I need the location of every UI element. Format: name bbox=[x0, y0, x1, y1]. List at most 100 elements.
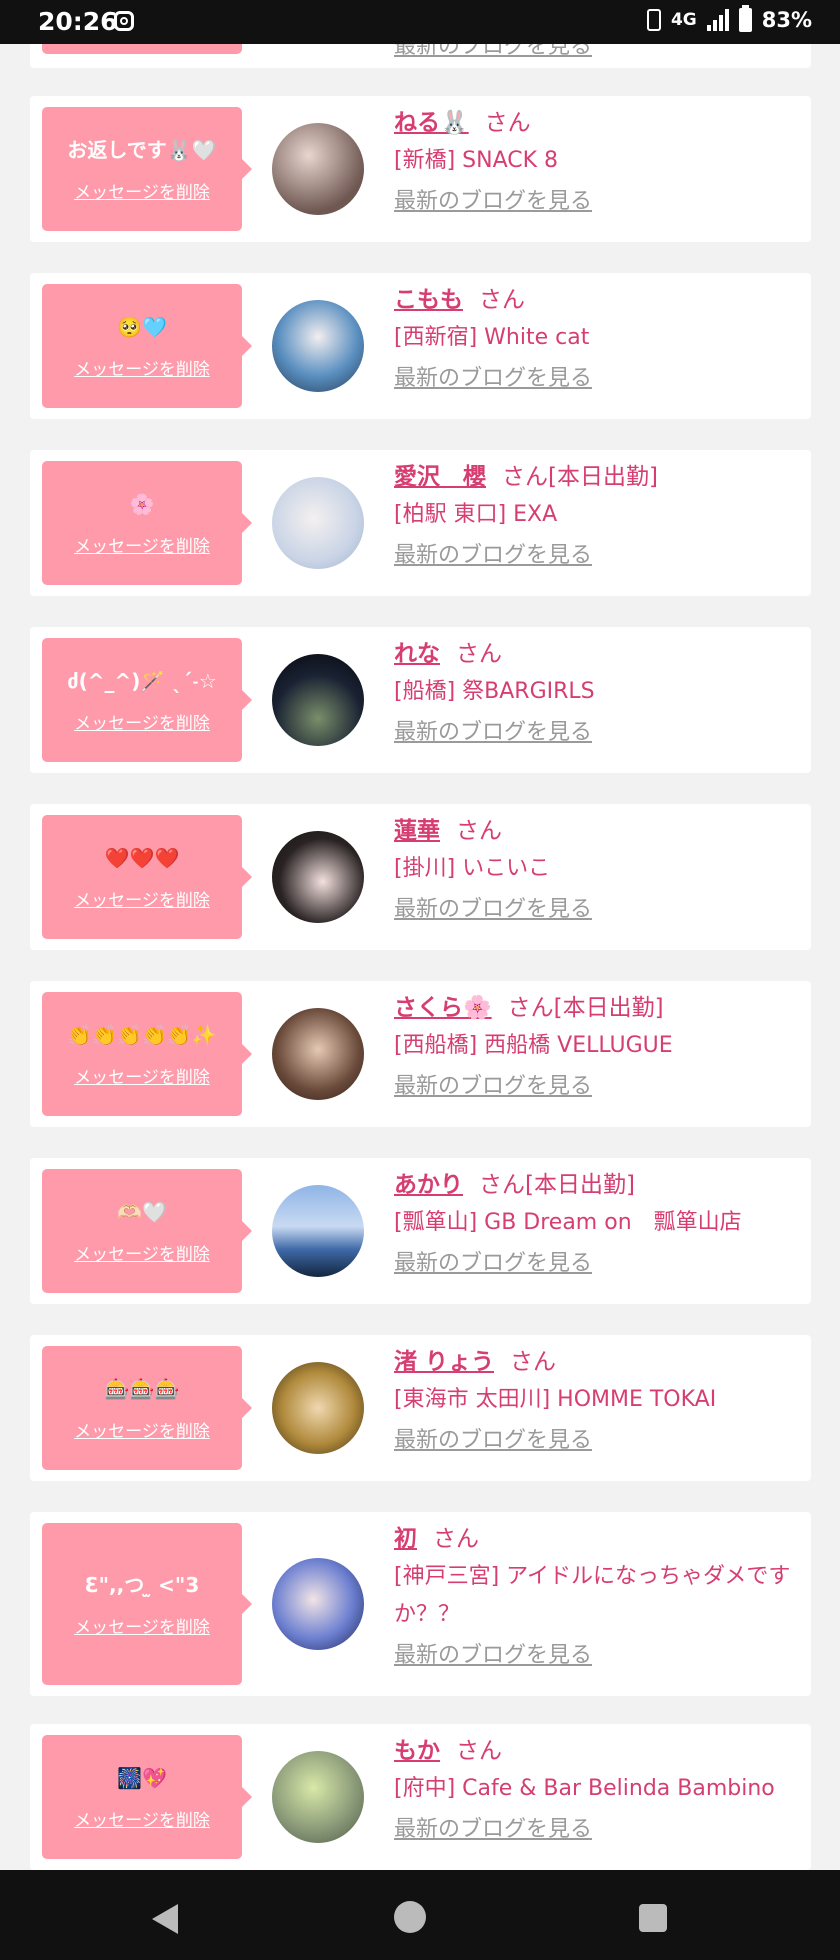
honorific: さん bbox=[456, 1738, 502, 1764]
message-text: 👏👏👏👏👏✨ bbox=[67, 1022, 217, 1047]
honorific: さん bbox=[479, 287, 525, 313]
battery-level: 83% bbox=[761, 8, 812, 32]
latest-blog-link[interactable]: 最新のブログを見る bbox=[394, 357, 801, 401]
delete-message-link[interactable]: メッセージを削除 bbox=[74, 532, 210, 557]
signal-icon bbox=[706, 9, 729, 31]
message-bubble: 🌸 メッセージを削除 bbox=[42, 461, 252, 585]
honorific: さん bbox=[433, 1526, 479, 1552]
honorific: さん bbox=[456, 641, 502, 667]
honorific: さん[本日出勤] bbox=[507, 995, 664, 1021]
cast-name-link[interactable]: あかり bbox=[394, 1172, 463, 1198]
latest-blog-link[interactable]: 最新のブログを見る bbox=[394, 888, 801, 932]
avatar[interactable] bbox=[272, 300, 364, 392]
shop-name-link[interactable]: [瓢箪山] GB Dream on 瓢箪山店 bbox=[394, 1204, 801, 1242]
honorific: さん[本日出勤] bbox=[502, 464, 658, 490]
message-text: 🫶🏻🤍 bbox=[117, 1199, 167, 1224]
avatar[interactable] bbox=[272, 123, 364, 215]
delete-message-link[interactable]: メッセージを削除 bbox=[74, 355, 210, 380]
shop-name-link[interactable]: [船橋] 祭BARGIRLS bbox=[394, 673, 801, 711]
delete-message-link[interactable]: メッセージを削除 bbox=[74, 1417, 210, 1442]
cast-name-link[interactable]: れな bbox=[394, 641, 440, 667]
list-item: 🌸 メッセージを削除 愛沢 櫻さん[本日出勤] [柏駅 東口] EXA 最新のブ… bbox=[30, 450, 811, 596]
avatar[interactable] bbox=[272, 1751, 364, 1843]
list-item: 🥺🩵 メッセージを削除 こもも さん [西新宿] White cat 最新のブログ… bbox=[30, 273, 811, 419]
cast-name-link[interactable]: 蓮華 bbox=[394, 818, 440, 844]
message-text: 🎆💖 bbox=[117, 1765, 167, 1790]
message-bubble: 🫶🏻🤍 メッセージを削除 bbox=[42, 1169, 252, 1293]
avatar[interactable] bbox=[272, 831, 364, 923]
shop-name-link[interactable]: [西船橋] 西船橋 VELLUGUE bbox=[394, 1027, 801, 1065]
list-item: ძ(^_^)🪄 ˎˊ˗☆ メッセージを削除 れな さん [船橋] 祭BARGIRL… bbox=[30, 627, 811, 773]
message-bubble: Ɛ",,つ ̫ <"3 メッセージを削除 bbox=[42, 1523, 252, 1685]
list-item: 🎰🎰🎰 メッセージを削除 渚 りょう さん [東海市 太田川] HOMME TOK… bbox=[30, 1335, 811, 1481]
message-bubble: 👏👏👏👏👏✨ メッセージを削除 bbox=[42, 992, 252, 1116]
latest-blog-link[interactable]: 最新のブログを見る bbox=[394, 711, 801, 755]
cast-name-link[interactable]: 初 bbox=[394, 1526, 417, 1552]
latest-blog-link[interactable]: 最新のブログを見る bbox=[394, 1065, 801, 1109]
recent-apps-icon[interactable] bbox=[639, 1904, 667, 1932]
home-icon[interactable] bbox=[394, 1901, 426, 1933]
shop-name-link[interactable]: [東海市 太田川] HOMME TOKAI bbox=[394, 1381, 801, 1419]
latest-blog-link[interactable]: 最新のブログを見る bbox=[394, 1634, 801, 1678]
vibrate-icon bbox=[646, 9, 661, 31]
shop-name-link[interactable]: [新橋] SNACK 8 bbox=[394, 142, 801, 180]
latest-blog-link-partial[interactable]: 最新のブログを見る bbox=[394, 44, 592, 60]
delete-message-link[interactable]: メッセージを削除 bbox=[74, 178, 210, 203]
cast-name-link[interactable]: ねる🐰 bbox=[394, 110, 469, 136]
shop-name-link[interactable]: [西新宿] White cat bbox=[394, 319, 801, 357]
delete-message-link[interactable]: メッセージを削除 bbox=[74, 1806, 210, 1831]
message-text: お返しです🐰🤍 bbox=[67, 137, 217, 162]
network-type: 4G bbox=[670, 10, 697, 30]
avatar[interactable] bbox=[272, 1362, 364, 1454]
status-time: 20:26 bbox=[38, 7, 118, 36]
list-item: ❤️❤️❤️ メッセージを削除 蓮華 さん [掛川] いこいこ 最新のブログを見る bbox=[30, 804, 811, 950]
message-bubble: 🎰🎰🎰 メッセージを削除 bbox=[42, 1346, 252, 1470]
cast-name-link[interactable]: こもも bbox=[394, 287, 463, 313]
list-item: お返しです🐰🤍 メッセージを削除 ねる🐰 さん [新橋] SNACK 8 最新のブ… bbox=[30, 96, 811, 242]
honorific: さん bbox=[456, 818, 502, 844]
cast-name-link[interactable]: もか bbox=[394, 1738, 440, 1764]
latest-blog-link[interactable]: 最新のブログを見る bbox=[394, 1808, 801, 1852]
list-item: Ɛ",,つ ̫ <"3 メッセージを削除 初さん [神戸三宮] アイドルになっち… bbox=[30, 1512, 811, 1696]
message-text: 🥺🩵 bbox=[117, 314, 167, 339]
avatar[interactable] bbox=[272, 654, 364, 746]
honorific: さん bbox=[484, 110, 531, 136]
cast-name-link[interactable]: 愛沢 櫻 bbox=[394, 464, 486, 490]
latest-blog-link[interactable]: 最新のブログを見る bbox=[394, 1419, 801, 1463]
message-bubble: 🎆💖 メッセージを削除 bbox=[42, 1735, 252, 1859]
message-list[interactable]: 最新のブログを見る お返しです🐰🤍 メッセージを削除 ねる🐰 さん [新橋] SN… bbox=[0, 44, 840, 1870]
shop-name-link[interactable]: [府中] Cafe & Bar Belinda Bambino bbox=[394, 1770, 801, 1808]
message-bubble: お返しです🐰🤍 メッセージを削除 bbox=[42, 107, 252, 231]
avatar[interactable] bbox=[272, 477, 364, 569]
delete-message-link[interactable]: メッセージを削除 bbox=[74, 1240, 210, 1265]
shop-name-link[interactable]: [掛川] いこいこ bbox=[394, 850, 801, 888]
shop-name-link[interactable]: [神戸三宮] アイドルになっちゃダメですか？？ bbox=[394, 1558, 801, 1634]
delete-message-link[interactable]: メッセージを削除 bbox=[74, 1613, 210, 1638]
list-item: 🫶🏻🤍 メッセージを削除 あかり さん[本日出勤] [瓢箪山] GB Dream … bbox=[30, 1158, 811, 1304]
message-bubble: 🥺🩵 メッセージを削除 bbox=[42, 284, 252, 408]
delete-message-link[interactable]: メッセージを削除 bbox=[74, 1063, 210, 1088]
message-bubble: ძ(^_^)🪄 ˎˊ˗☆ メッセージを削除 bbox=[42, 638, 252, 762]
honorific: さん bbox=[510, 1349, 557, 1375]
message-text: 🌸 bbox=[129, 491, 155, 516]
navigation-bar bbox=[0, 1870, 840, 1960]
delete-message-link[interactable]: メッセージを削除 bbox=[74, 709, 210, 734]
latest-blog-link[interactable]: 最新のブログを見る bbox=[394, 1242, 801, 1286]
message-text: ❤️❤️❤️ bbox=[104, 845, 180, 870]
cast-name-link[interactable]: さくら🌸 bbox=[394, 995, 492, 1021]
message-text: ძ(^_^)🪄 ˎˊ˗☆ bbox=[67, 668, 217, 693]
list-item-partial: 最新のブログを見る bbox=[30, 44, 811, 68]
delete-message-link[interactable]: メッセージを削除 bbox=[74, 886, 210, 911]
latest-blog-link[interactable]: 最新のブログを見る bbox=[394, 180, 801, 224]
avatar[interactable] bbox=[272, 1558, 364, 1650]
cast-name-link[interactable]: 渚 りょう bbox=[394, 1349, 494, 1375]
message-bubble-partial bbox=[42, 44, 242, 54]
honorific: さん[本日出勤] bbox=[479, 1172, 635, 1198]
avatar[interactable] bbox=[272, 1008, 364, 1100]
status-icons: 4G 83% bbox=[646, 5, 812, 32]
shop-name-link[interactable]: [柏駅 東口] EXA bbox=[394, 496, 801, 534]
battery-icon bbox=[738, 5, 752, 32]
avatar[interactable] bbox=[272, 1185, 364, 1277]
latest-blog-link[interactable]: 最新のブログを見る bbox=[394, 534, 801, 578]
back-icon[interactable] bbox=[152, 1904, 178, 1934]
